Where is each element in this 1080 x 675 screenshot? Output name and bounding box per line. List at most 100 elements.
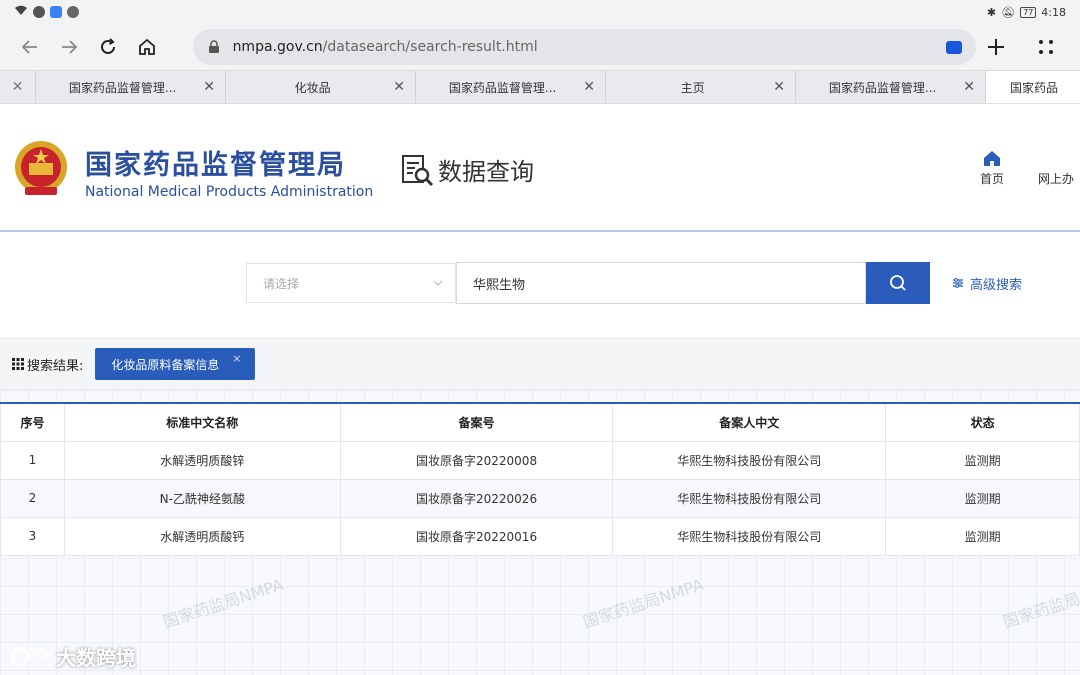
dots-grid-icon	[1039, 40, 1053, 54]
close-icon[interactable]: ✕	[393, 79, 405, 95]
search-bar: 请选择 华熙生物 高级搜索	[246, 262, 1022, 304]
browser-tab-active[interactable]: 国家药品	[986, 71, 1080, 103]
filter-chip-label: 化妆品原料备案信息	[111, 357, 220, 372]
advanced-search-label: 高级搜索	[970, 277, 1023, 293]
watermark-text: 国家药监局NMPA	[160, 575, 286, 632]
national-emblem-logo	[13, 139, 69, 203]
watermark-text: 国家药监局NMPA	[580, 575, 706, 632]
table-row[interactable]: 3 水解透明质酸钙 国妆原备字20220016 华熙生物科技股份有限公司 监测期	[0, 516, 1080, 556]
url-path: /datasearch/search-result.html	[322, 39, 538, 55]
category-select[interactable]: 请选择	[246, 263, 456, 303]
status-icons-right: ✱ 🔕︎ 77 4:18	[987, 6, 1066, 19]
tab-label: 主页	[680, 80, 705, 95]
close-icon[interactable]: ✕	[203, 79, 215, 95]
row-name[interactable]: 水解透明质酸钙	[63, 516, 341, 556]
url-host: nmpa.gov.cn	[232, 39, 323, 55]
forward-button[interactable]	[49, 27, 88, 67]
document-search-icon	[402, 154, 434, 186]
tab-label: 国家药品监督管理...	[68, 80, 177, 95]
tab-label: 国家药品监督管理...	[828, 80, 937, 95]
app-watermark: 大数跨境	[10, 642, 136, 671]
chat-app-icon	[67, 6, 79, 18]
column-header[interactable]: 标准中文名称	[63, 402, 341, 442]
lock-icon	[208, 40, 219, 53]
row-filer: 华熙生物科技股份有限公司	[612, 478, 887, 518]
arrow-right-icon	[61, 40, 77, 54]
tab-label: 化妆品	[294, 80, 331, 95]
battery-icon: 77	[1020, 6, 1037, 18]
app-notification-icon	[33, 6, 45, 18]
tab-strip: ✕ 国家药品监督管理... ✕ 化妆品 ✕ 国家药品监督管理... ✕ 主页 ✕ 国家药…	[0, 70, 1080, 104]
app-logo-icon	[10, 647, 47, 666]
watermark-text: 国家药监局NMPA	[1000, 575, 1080, 632]
nav-home-label: 首页	[980, 172, 1005, 186]
row-index: 3	[0, 516, 65, 556]
bluetooth-icon: ✱	[986, 5, 997, 19]
browser-tab[interactable]: 国家药品监督管理... ✕	[36, 71, 226, 103]
menu-button[interactable]	[1026, 27, 1066, 67]
browser-toolbar: nmpa.gov.cn/datasearch/search-result.htm…	[0, 24, 1080, 70]
filter-sliders-icon	[953, 278, 963, 288]
search-input[interactable]: 华熙生物	[456, 262, 866, 304]
wifi-icon	[14, 5, 28, 19]
tab-close-button[interactable]: ✕	[0, 71, 36, 103]
row-filer: 华熙生物科技股份有限公司	[612, 516, 887, 556]
close-icon[interactable]: ×	[232, 352, 241, 365]
home-button[interactable]	[127, 27, 166, 67]
table-row[interactable]: 2 N-乙酰神经氨酸 国妆原备字20220026 华熙生物科技股份有限公司 监测…	[0, 478, 1080, 518]
reload-icon	[100, 38, 115, 54]
column-header[interactable]: 备案人中文	[612, 402, 887, 442]
table-header-row: 序号 标准中文名称 备案号 备案人中文 状态	[0, 402, 1080, 442]
row-name[interactable]: N-乙酰神经氨酸	[63, 478, 341, 518]
search-app-icon	[50, 6, 62, 18]
row-filing-number[interactable]: 国妆原备字20220026	[339, 478, 614, 518]
search-query-text: 华熙生物	[473, 277, 526, 293]
browser-tab[interactable]: 化妆品 ✕	[226, 71, 416, 103]
chevron-down-icon	[433, 280, 443, 286]
row-name[interactable]: 水解透明质酸锌	[63, 440, 341, 480]
results-label: 搜索结果:	[12, 355, 83, 374]
filter-chip[interactable]: 化妆品原料备案信息 ×	[95, 348, 256, 380]
arrow-left-icon	[21, 40, 37, 54]
section-title-label: 数据查询	[438, 158, 534, 186]
results-label-text: 搜索结果:	[27, 358, 84, 374]
browser-tab[interactable]: 主页 ✕	[606, 71, 796, 103]
tab-switcher-icon[interactable]	[946, 40, 962, 54]
plus-icon	[988, 39, 1004, 55]
back-button[interactable]	[10, 27, 49, 67]
browser-tab[interactable]: 国家药品监督管理... ✕	[416, 71, 606, 103]
status-icons-left	[14, 5, 79, 19]
column-header[interactable]: 备案号	[339, 402, 614, 442]
address-bar[interactable]: nmpa.gov.cn/datasearch/search-result.htm…	[192, 29, 976, 65]
select-placeholder: 请选择	[263, 276, 300, 291]
close-icon[interactable]: ✕	[963, 79, 975, 95]
close-icon[interactable]: ✕	[583, 79, 595, 95]
browser-tab[interactable]: 国家药品监督管理... ✕	[796, 71, 986, 103]
row-filing-number[interactable]: 国妆原备字20220016	[339, 516, 614, 556]
brand-title-cn: 国家药品监督管理局	[85, 150, 346, 181]
site-brand[interactable]: 国家药品监督管理局 National Medical Products Admi…	[85, 143, 373, 200]
row-status: 监测期	[885, 478, 1080, 518]
row-status: 监测期	[885, 516, 1080, 556]
system-status-bar: ✱ 🔕︎ 77 4:18	[0, 0, 1080, 24]
tab-label: 国家药品监督管理...	[448, 80, 557, 95]
results-table: 序号 标准中文名称 备案号 备案人中文 状态 1 水解透明质酸锌 国妆原备字20…	[0, 402, 1080, 556]
column-header[interactable]: 序号	[0, 402, 65, 442]
nav-home[interactable]: 首页	[980, 150, 1004, 187]
search-button[interactable]	[866, 262, 930, 304]
row-status: 监测期	[885, 440, 1080, 480]
section-title: 数据查询	[400, 152, 534, 187]
row-index: 2	[0, 478, 65, 518]
reload-button[interactable]	[88, 27, 127, 67]
nav-online-service[interactable]: 网上办	[1038, 150, 1074, 187]
column-header[interactable]: 状态	[885, 402, 1080, 442]
row-filer: 华熙生物科技股份有限公司	[612, 440, 887, 480]
row-index: 1	[0, 440, 65, 480]
new-tab-button[interactable]	[976, 27, 1016, 67]
close-icon[interactable]: ✕	[773, 79, 785, 95]
results-header: 搜索结果: 化妆品原料备案信息 ×	[0, 338, 1080, 390]
table-row[interactable]: 1 水解透明质酸锌 国妆原备字20220008 华熙生物科技股份有限公司 监测期	[0, 440, 1080, 480]
row-filing-number[interactable]: 国妆原备字20220008	[339, 440, 614, 480]
advanced-search-link[interactable]: 高级搜索	[952, 274, 1022, 293]
nav-online-label: 网上办	[1038, 172, 1075, 186]
